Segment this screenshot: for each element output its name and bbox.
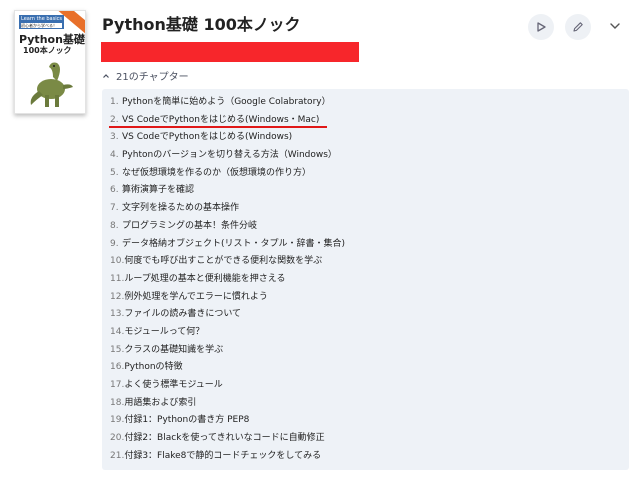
chapter-item[interactable]: 8. プログラミングの基本！条件分岐 xyxy=(110,218,345,236)
chapter-label: プログラミングの基本！条件分岐 xyxy=(122,220,258,231)
chapter-item[interactable]: 6. 算術演算子を確認 xyxy=(110,182,345,200)
chapter-number: 14. xyxy=(110,326,125,337)
chapter-number: 18. xyxy=(110,397,125,408)
chapter-2-underline xyxy=(109,126,327,128)
chapter-number: 17. xyxy=(110,380,125,390)
chapter-label: よく使う標準モジュール xyxy=(124,380,223,390)
chapter-item[interactable]: 7. 文字列を操るための基本操作 xyxy=(110,200,345,218)
book-cover[interactable]: Learn the basics 初心者から学べる！ Python基礎 100本… xyxy=(14,10,86,114)
chapter-number: 8. xyxy=(110,220,119,231)
cover-tag: Learn the basics 初心者から学べる！ xyxy=(19,15,64,29)
dinosaur-illustration xyxy=(30,62,73,107)
chapter-label: 用語集および索引 xyxy=(124,397,197,408)
chapter-number: 5. xyxy=(110,167,119,178)
chapter-list-panel: 1. Pythonを簡単に始めよう（Google Colabratory） 2. V… xyxy=(102,89,629,470)
chapter-item[interactable]: 18. 用語集および索引 xyxy=(110,395,345,413)
chapter-number: 4. xyxy=(110,150,119,161)
play-button[interactable] xyxy=(528,14,554,40)
chapter-item[interactable]: 4. Pyhtonのバージョンを切り替える方法（Windows） xyxy=(110,147,345,165)
chapter-list: 1. Pythonを簡単に始めよう（Google Colabratory） 2. V… xyxy=(110,94,345,465)
chapter-number: 13. xyxy=(110,309,125,320)
chapter-label: Pyhtonのバージョンを切り替える方法（Windows） xyxy=(122,150,337,161)
chapters-count-label: 21のチャプター xyxy=(116,72,189,83)
chapter-label: 文字列を操るための基本操作 xyxy=(122,203,240,214)
chapter-number: 19. xyxy=(110,415,125,426)
chapter-label: モジュールって何？ xyxy=(124,326,205,337)
chapter-item[interactable]: 14. モジュールって何？ xyxy=(110,324,345,342)
chapter-number: 10. xyxy=(110,256,125,267)
cover-tag-text: Learn the basics xyxy=(21,16,62,22)
chapter-label: データ格納オブジェクト(リスト・タプル・辞書・集合) xyxy=(122,238,346,249)
chapter-item[interactable]: 13. ファイルの読み書きについて xyxy=(110,306,345,324)
cover-subtitle: 100本ノック xyxy=(23,46,72,55)
edit-button[interactable] xyxy=(565,14,591,40)
play-icon xyxy=(537,22,546,32)
chevron-down-icon xyxy=(610,23,620,29)
chapter-label: VS CodeでPythonをはじめる(Windows) xyxy=(122,132,293,143)
pencil-icon xyxy=(573,22,583,32)
chapter-number: 15. xyxy=(110,344,125,355)
chapter-label: 付録3：Flake8で静的コードチェックをしてみる xyxy=(124,450,322,461)
chapter-label: Pythonを簡単に始めよう（Google Colabratory） xyxy=(122,97,331,107)
chapter-label: ループ処理の基本と便利機能を押さえる xyxy=(124,273,286,284)
chapter-label: 何度でも呼び出すことができる便利な関数を学ぶ xyxy=(124,256,323,267)
chapter-item[interactable]: 17. よく使う標準モジュール xyxy=(110,377,345,395)
chapter-label: Pythonの特徴 xyxy=(124,362,183,373)
cover-subtag-text: 初心者から学べる！ xyxy=(21,23,62,28)
chapter-number: 16. xyxy=(110,362,125,373)
chevron-up-icon xyxy=(103,73,109,78)
chapter-item[interactable]: 3. VS CodeでPythonをはじめる(Windows) xyxy=(110,129,345,147)
chapter-number: 7. xyxy=(110,203,119,214)
chapter-item[interactable]: 12. 例外処理を学んでエラーに慣れよう xyxy=(110,289,345,307)
chapter-number: 21. xyxy=(110,450,125,461)
menu-toggle-button[interactable] xyxy=(607,18,623,34)
chapter-item[interactable]: 11. ループ処理の基本と便利機能を押さえる xyxy=(110,271,345,289)
chapter-item[interactable]: 5. なぜ仮想環境を作るのか（仮想環境の作り方） xyxy=(110,165,345,183)
chapter-item[interactable]: 16. Pythonの特徴 xyxy=(110,359,345,377)
chapter-number: 9. xyxy=(110,238,119,249)
chapter-item[interactable]: 10. 何度でも呼び出すことができる便利な関数を学ぶ xyxy=(110,253,345,271)
chapter-label: なぜ仮想環境を作るのか（仮想環境の作り方） xyxy=(122,167,312,178)
chapter-label: 付録1：Pythonの書き方 PEP8 xyxy=(124,415,250,426)
chapter-label: ファイルの読み書きについて xyxy=(124,309,242,320)
chapter-number: 20. xyxy=(110,433,125,444)
page-title: Python基礎 100本ノック xyxy=(102,15,301,34)
chapter-label: 付録2：Blackを使ってきれいなコードに自動修正 xyxy=(124,433,325,444)
chapter-item[interactable]: 20. 付録2：Blackを使ってきれいなコードに自動修正 xyxy=(110,430,345,448)
chapter-item[interactable]: 1. Pythonを簡単に始めよう（Google Colabratory） xyxy=(110,94,345,112)
chapter-number: 3. xyxy=(110,132,119,143)
chapter-label: 算術演算子を確認 xyxy=(122,185,195,196)
chapter-item[interactable]: 9. データ格納オブジェクト(リスト・タプル・辞書・集合) xyxy=(110,236,345,254)
chapter-item[interactable]: 15. クラスの基礎知識を学ぶ xyxy=(110,342,345,360)
chapter-number: 11. xyxy=(110,273,125,284)
chapter-number: 6. xyxy=(110,185,119,196)
chapter-number: 1. xyxy=(110,97,119,107)
chapter-item[interactable]: 19. 付録1：Pythonの書き方 PEP8 xyxy=(110,412,345,430)
chapters-toggle[interactable]: 21のチャプター xyxy=(102,68,189,83)
redacted-bar xyxy=(101,42,359,62)
chapter-label: クラスの基礎知識を学ぶ xyxy=(124,344,224,355)
chapter-number: 12. xyxy=(110,291,125,302)
chapter-label: 例外処理を学んでエラーに慣れよう xyxy=(124,291,268,302)
chapter-item[interactable]: 21. 付録3：Flake8で静的コードチェックをしてみる xyxy=(110,448,345,466)
